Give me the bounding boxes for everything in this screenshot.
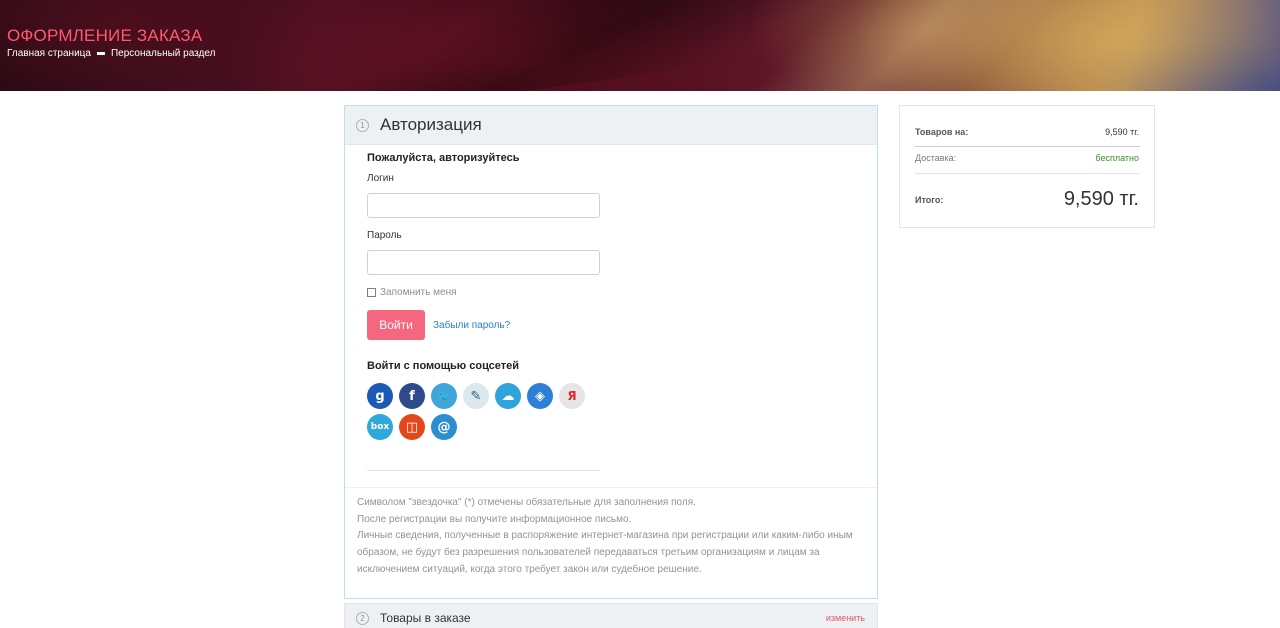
delivery-value: бесплатно: [1095, 153, 1139, 163]
goods-label: Товаров на:: [915, 127, 969, 137]
remember-me[interactable]: Запомнить меня: [367, 287, 607, 298]
divider: [345, 487, 877, 488]
edit-order-link[interactable]: изменить: [826, 613, 865, 623]
order-summary: Товаров на: 9,590 тг. Доставка: бесплатн…: [899, 105, 1155, 228]
login-actions: Войти Забыли пароль?: [367, 310, 607, 340]
yandex-icon[interactable]: Я: [559, 383, 585, 409]
password-label: Пароль: [367, 230, 402, 241]
box-icon[interactable]: box: [367, 414, 393, 440]
divider: [915, 146, 1140, 147]
login-input[interactable]: [367, 193, 600, 218]
divider: [915, 173, 1140, 174]
summary-delivery-row: Доставка: бесплатно: [915, 153, 1139, 163]
step-number-badge: 1: [356, 118, 369, 132]
social-login-title: Войти с помощью соцсетей: [367, 360, 520, 372]
header-banner: ОФОРМЛЕНИЕ ЗАКАЗА Главная страница Персо…: [0, 0, 1280, 91]
breadcrumb-personal-link[interactable]: Персональный раздел: [111, 48, 215, 59]
auth-panel-header: 1 Авторизация: [345, 106, 877, 145]
step-number-badge: 2: [356, 611, 369, 625]
auth-panel: 1 Авторизация Пожалуйста, авторизуйтесь …: [344, 105, 878, 599]
odnoklassniki-icon[interactable]: ☁: [495, 383, 521, 409]
total-value: 9,590 тг.: [1063, 188, 1139, 210]
livejournal-icon[interactable]: ✎: [463, 383, 489, 409]
order-items-section-header: 2 Товары в заказе изменить: [344, 603, 878, 628]
goods-value: 9,590 тг.: [1105, 127, 1139, 137]
summary-goods-row: Товаров на: 9,590 тг.: [915, 127, 1139, 137]
password-input[interactable]: [367, 250, 600, 275]
login-button[interactable]: Войти: [367, 310, 425, 340]
privacy-note: Личные сведения, полученные в распоряжен…: [357, 530, 853, 575]
forgot-password-link[interactable]: Забыли пароль?: [433, 320, 510, 331]
total-label: Итого:: [915, 194, 944, 205]
required-fields-note: Символом "звездочка" (*) отмечены обязат…: [357, 497, 696, 508]
login-label: Логин: [367, 173, 394, 184]
auth-subtitle: Пожалуйста, авторизуйтесь: [367, 152, 520, 164]
facebook-icon[interactable]: f: [399, 383, 425, 409]
page-title: ОФОРМЛЕНИЕ ЗАКАЗА: [7, 26, 203, 45]
remember-checkbox[interactable]: [367, 288, 376, 297]
delivery-label: Доставка:: [915, 153, 957, 163]
remember-label: Запомнить меня: [380, 287, 457, 298]
breadcrumb: Главная страница Персональный раздел: [7, 48, 215, 59]
banner-fold: [688, 0, 1072, 91]
registration-email-note: После регистрации вы получите информацио…: [357, 513, 632, 525]
auth-panel-title: Авторизация: [380, 115, 482, 134]
summary-total-row: Итого: 9,590 тг.: [915, 188, 1139, 211]
auth-form: Пожалуйста, авторизуйтесь Логин Пароль З…: [367, 152, 607, 440]
divider: [367, 470, 600, 471]
office-icon[interactable]: ◫: [399, 414, 425, 440]
auth-notes: Символом "звездочка" (*) отмечены обязат…: [357, 495, 872, 579]
twitter-icon[interactable]: 🐦: [431, 383, 457, 409]
mailru-icon[interactable]: @: [431, 414, 457, 440]
social-icons-row: box ◫ @: [367, 414, 607, 440]
breadcrumb-home-link[interactable]: Главная страница: [7, 48, 91, 59]
google-icon[interactable]: g: [367, 383, 393, 409]
breadcrumb-separator: [96, 52, 105, 55]
order-items-title: Товары в заказе: [380, 611, 471, 625]
dropbox-icon[interactable]: ◈: [527, 383, 553, 409]
social-icons-row: g f 🐦 ✎ ☁ ◈ Я: [367, 383, 607, 409]
